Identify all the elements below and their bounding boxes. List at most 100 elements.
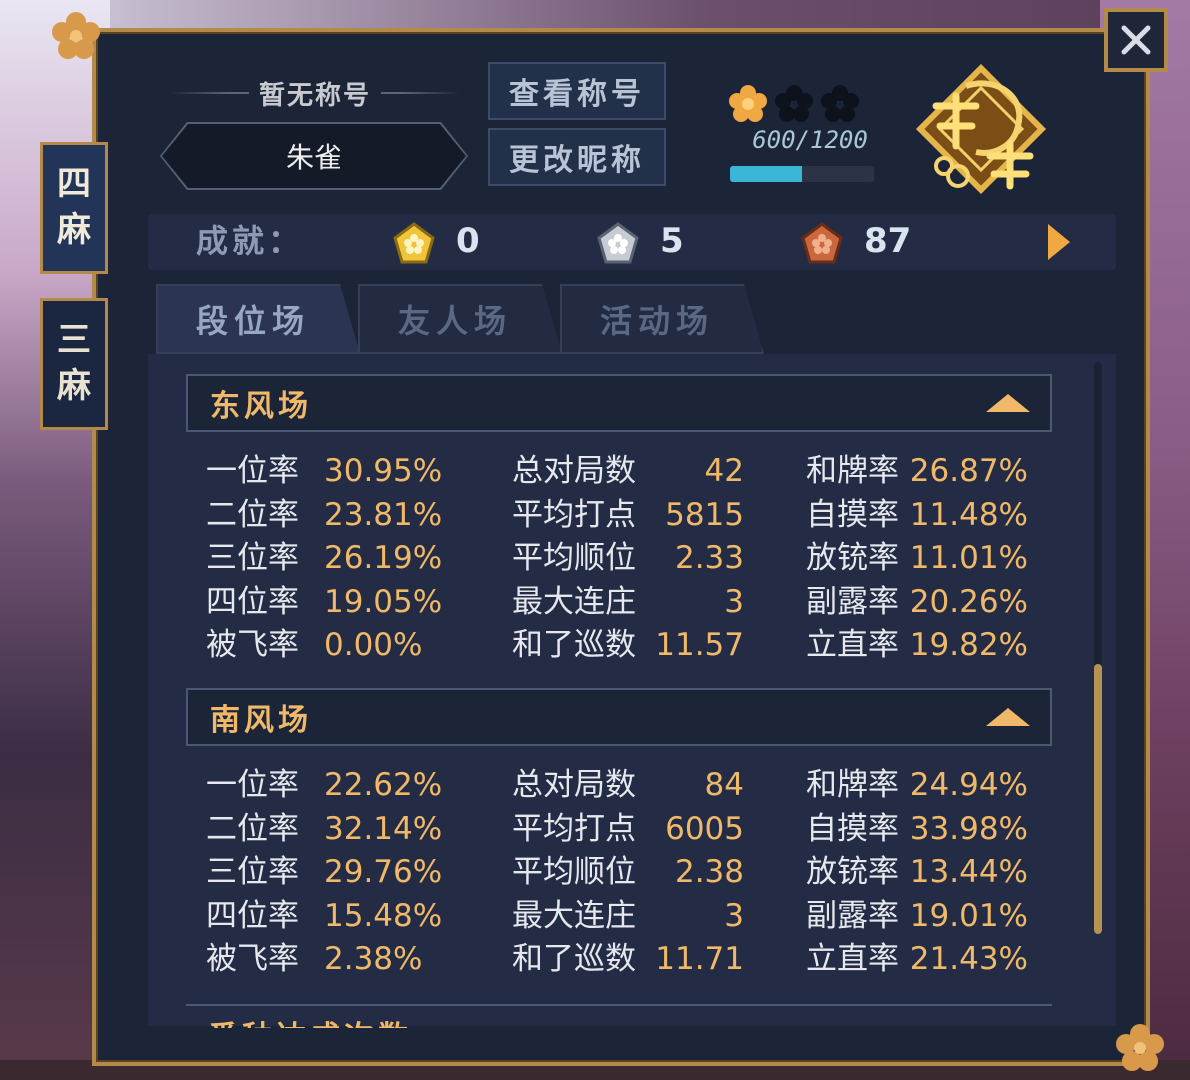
close-button[interactable] bbox=[1104, 8, 1168, 72]
stat-label: 副露率 bbox=[806, 583, 899, 620]
stat-value: 21.43% bbox=[909, 941, 1028, 977]
stat-value: 15.48% bbox=[324, 897, 443, 934]
stat-label: 和了巡数 bbox=[512, 627, 636, 663]
stat-value: 32.14% bbox=[324, 810, 443, 847]
gold-achievement-count: 0 bbox=[456, 221, 480, 261]
stat-label: 和牌率 bbox=[806, 767, 899, 803]
rank-score: 600/1200 bbox=[752, 126, 868, 154]
stat-value: 33.98% bbox=[909, 810, 1028, 847]
stat-value: 19.01% bbox=[909, 897, 1028, 934]
stat-value: 3 bbox=[724, 583, 744, 620]
stat-value: 0.00% bbox=[324, 627, 423, 663]
stat-label: 最大连庄 bbox=[512, 583, 636, 620]
star-empty-icon bbox=[775, 85, 813, 122]
tab-friendly[interactable]: 友人场 bbox=[358, 284, 562, 354]
tab-ranked[interactable]: 段位场 bbox=[156, 284, 360, 354]
stat-label: 自摸率 bbox=[806, 496, 899, 533]
stat-label: 放铳率 bbox=[806, 540, 899, 576]
section-title: 东风场 bbox=[210, 389, 312, 424]
tab-three-player[interactable]: 三 麻 bbox=[40, 298, 108, 430]
achievements-label: 成就： bbox=[196, 222, 305, 260]
player-nickname: 朱雀 bbox=[162, 124, 466, 188]
stat-label: 三位率 bbox=[206, 540, 299, 576]
rank-stars bbox=[726, 82, 862, 126]
stat-label: 自摸率 bbox=[806, 810, 899, 847]
section-title: 南风场 bbox=[210, 703, 312, 738]
collapse-caret-icon bbox=[986, 394, 1030, 412]
stat-label: 立直率 bbox=[806, 627, 899, 663]
stat-label: 二位率 bbox=[206, 496, 299, 533]
stat-value: 30.95% bbox=[324, 453, 443, 489]
stat-label: 放铳率 bbox=[806, 854, 899, 890]
jieshi-rank-emblem-icon bbox=[915, 63, 1047, 195]
stat-value: 24.94% bbox=[909, 767, 1028, 803]
stat-label: 立直率 bbox=[806, 941, 899, 977]
stat-label: 平均打点 bbox=[512, 496, 636, 533]
stat-label: 最大连庄 bbox=[512, 897, 636, 934]
tab-four-player-label-bottom: 麻 bbox=[57, 210, 91, 250]
stat-value: 19.82% bbox=[909, 627, 1028, 663]
stat-value: 42 bbox=[704, 453, 744, 489]
stat-value: 13.44% bbox=[909, 854, 1028, 890]
section-title: 番种达成次数 bbox=[208, 1012, 412, 1028]
stat-label: 一位率 bbox=[206, 767, 299, 803]
close-icon bbox=[1121, 25, 1151, 55]
gold-medal-icon bbox=[393, 222, 435, 264]
stat-value: 19.05% bbox=[324, 583, 443, 620]
stat-label: 平均顺位 bbox=[512, 540, 636, 576]
change-nickname-button[interactable]: 更改昵称 bbox=[488, 128, 666, 186]
sakura-corner-icon bbox=[52, 12, 100, 59]
stat-value: 2.33 bbox=[674, 540, 744, 576]
stat-value: 29.76% bbox=[324, 854, 443, 890]
stat-label: 总对局数 bbox=[512, 453, 636, 489]
stat-label: 四位率 bbox=[206, 583, 299, 620]
achievements-next-arrow-icon[interactable] bbox=[1046, 222, 1072, 262]
stat-label: 一位率 bbox=[206, 453, 299, 489]
rank-progress-fill bbox=[730, 166, 802, 182]
stat-label: 被飞率 bbox=[206, 941, 299, 977]
stat-label: 平均打点 bbox=[512, 810, 636, 847]
stat-label: 和了巡数 bbox=[512, 941, 636, 977]
collapse-caret-icon bbox=[986, 708, 1030, 726]
stat-value: 11.48% bbox=[909, 496, 1028, 533]
scrollbar-thumb[interactable] bbox=[1094, 664, 1102, 934]
stat-value: 6005 bbox=[665, 810, 744, 847]
section-header-yaku-counts[interactable]: 番种达成次数 bbox=[186, 1004, 1052, 1028]
player-title-text: 暂无称号 bbox=[248, 74, 381, 112]
stat-value: 22.62% bbox=[324, 767, 443, 803]
stat-value: 2.38% bbox=[324, 941, 423, 977]
stat-value: 20.26% bbox=[909, 583, 1028, 620]
view-title-button[interactable]: 查看称号 bbox=[488, 62, 666, 120]
stat-label: 四位率 bbox=[206, 897, 299, 934]
stat-value: 11.71 bbox=[655, 941, 744, 977]
stat-label: 副露率 bbox=[806, 897, 899, 934]
tab-four-player[interactable]: 四 麻 bbox=[40, 142, 108, 274]
tab-three-player-label-bottom: 麻 bbox=[57, 366, 91, 406]
stat-value: 5815 bbox=[665, 496, 744, 533]
tab-four-player-label-top: 四 bbox=[57, 164, 91, 205]
player-title: 暂无称号 bbox=[170, 74, 460, 112]
star-empty-icon bbox=[821, 85, 859, 122]
star-filled-icon bbox=[729, 85, 767, 122]
stat-value: 2.38 bbox=[674, 854, 744, 890]
section-header-east[interactable]: 东风场 bbox=[186, 374, 1052, 432]
background-scenery-top bbox=[0, 0, 1190, 30]
tab-event[interactable]: 活动场 bbox=[560, 284, 764, 354]
stat-value: 3 bbox=[724, 897, 744, 934]
stat-label: 被飞率 bbox=[206, 627, 299, 663]
stat-label: 平均顺位 bbox=[512, 854, 636, 890]
tab-three-player-label-top: 三 bbox=[57, 320, 91, 361]
stat-label: 和牌率 bbox=[806, 453, 899, 489]
stat-label: 二位率 bbox=[206, 810, 299, 847]
stat-value: 11.01% bbox=[909, 540, 1028, 576]
stat-value: 11.57 bbox=[655, 627, 744, 663]
stat-value: 26.87% bbox=[909, 453, 1028, 489]
silver-medal-icon bbox=[597, 222, 639, 264]
stat-value: 26.19% bbox=[324, 540, 443, 576]
section-header-south[interactable]: 南风场 bbox=[186, 688, 1052, 746]
sakura-corner-icon bbox=[1116, 1024, 1164, 1071]
stat-label: 总对局数 bbox=[512, 767, 636, 803]
stat-value: 23.81% bbox=[324, 496, 443, 533]
silver-achievement-count: 5 bbox=[660, 221, 684, 261]
rank-progress-bar bbox=[730, 166, 874, 182]
